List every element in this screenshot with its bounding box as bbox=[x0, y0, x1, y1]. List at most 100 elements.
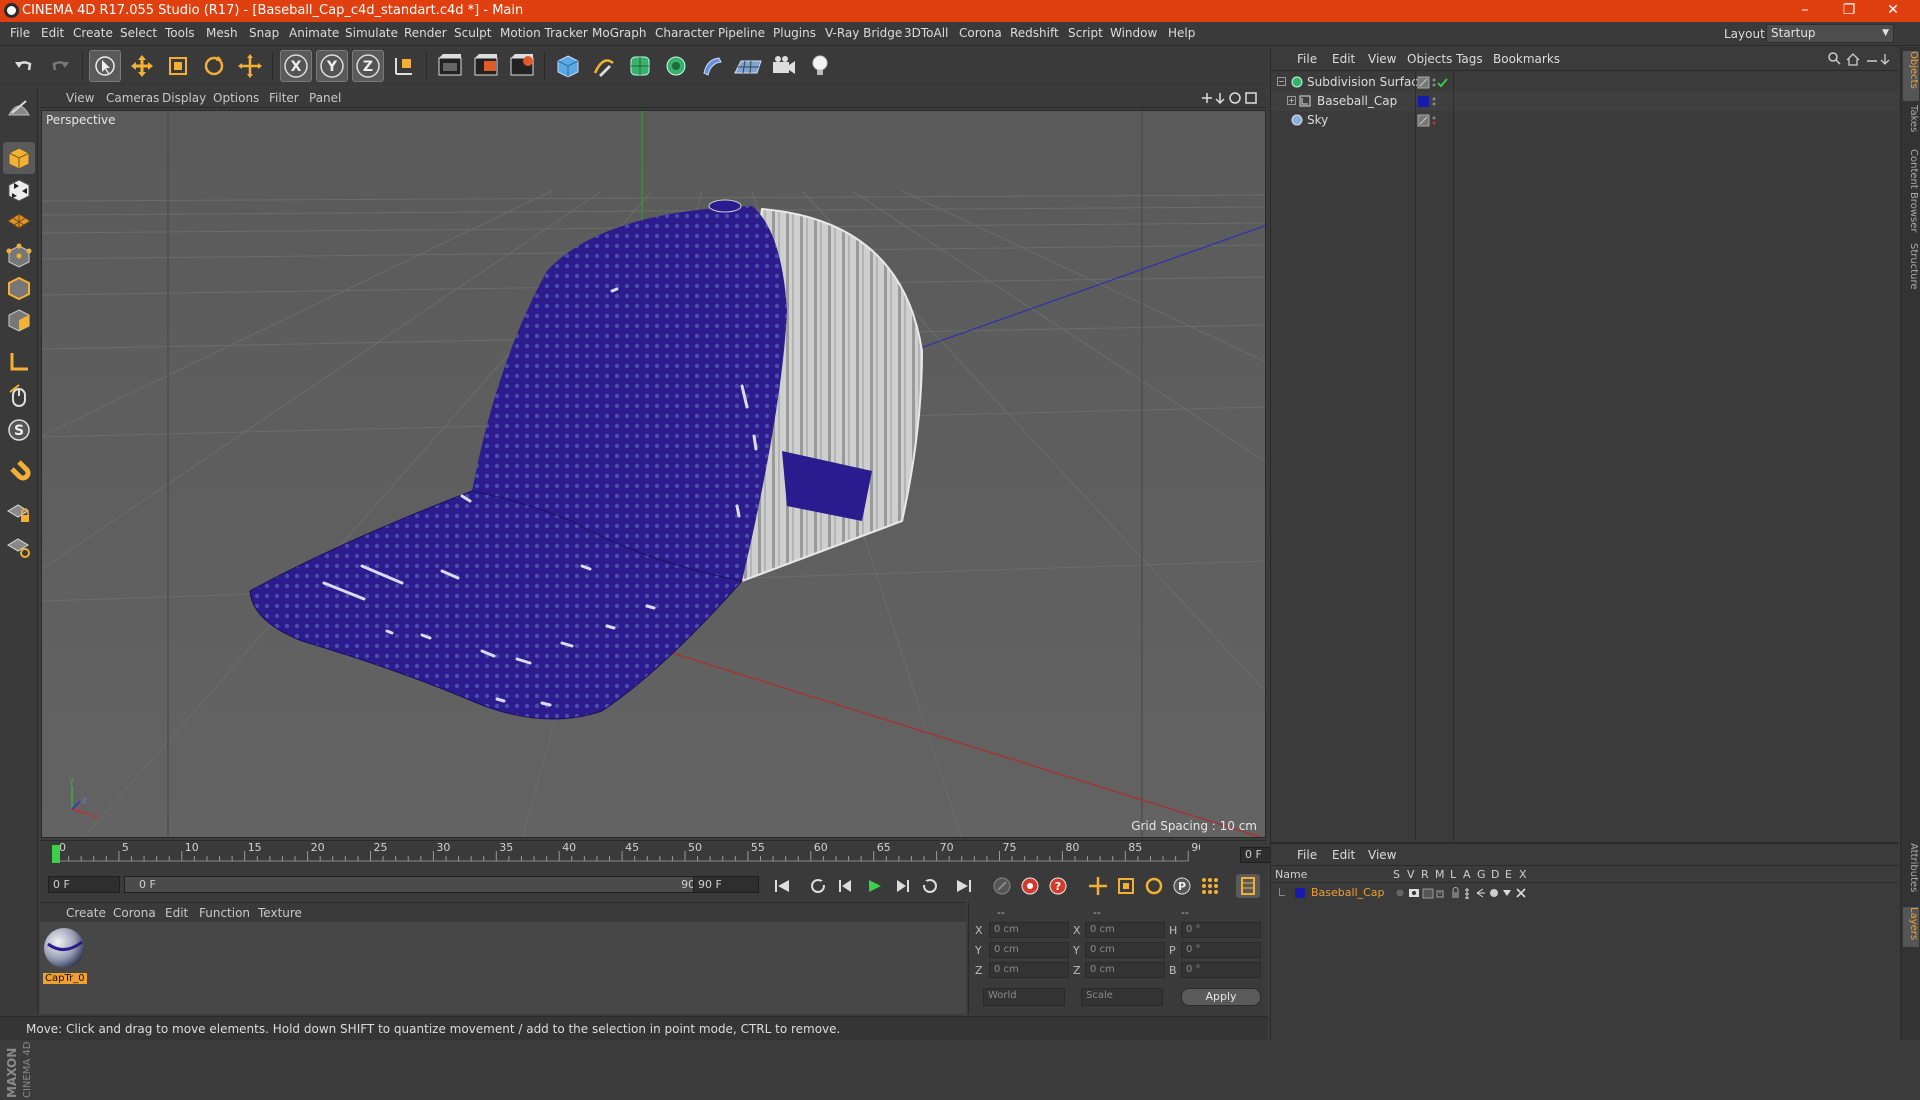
rotation-b-field[interactable]: 0 ° bbox=[1181, 962, 1261, 978]
x-axis-lock-button[interactable]: X bbox=[280, 50, 312, 82]
axis-mode-button[interactable] bbox=[3, 346, 35, 378]
z-axis-lock-button[interactable]: Z bbox=[352, 50, 384, 82]
object-row-baseball-cap[interactable]: + Baseball_Cap bbox=[1271, 92, 1899, 111]
object-flags[interactable] bbox=[1417, 76, 1451, 89]
layer-col-xref[interactable]: X bbox=[1519, 868, 1527, 881]
previous-key-button[interactable] bbox=[806, 874, 830, 898]
coordinate-mode-dropdown[interactable]: World bbox=[983, 988, 1065, 1006]
obj-menu-view[interactable]: View bbox=[1368, 52, 1396, 66]
render-region-button[interactable] bbox=[470, 50, 502, 82]
size-z-field[interactable]: 0 cm bbox=[1085, 962, 1165, 978]
live-selection-tool[interactable] bbox=[89, 50, 121, 82]
expand-toggle-icon[interactable]: + bbox=[1287, 96, 1296, 105]
go-to-end-button[interactable] bbox=[952, 874, 976, 898]
layer-flag-icons[interactable] bbox=[1395, 887, 1535, 900]
menu-help[interactable]: Help bbox=[1168, 26, 1195, 40]
go-to-start-button[interactable] bbox=[770, 874, 794, 898]
frame-range-slider[interactable]: 0 F 90 F bbox=[124, 876, 720, 893]
side-tab-attributes[interactable]: Attributes bbox=[1903, 843, 1919, 903]
move-tool[interactable] bbox=[126, 50, 158, 82]
menu-edit[interactable]: Edit bbox=[41, 26, 64, 40]
layer-col-name[interactable]: Name bbox=[1275, 868, 1307, 881]
layer-col-expressions[interactable]: E bbox=[1505, 868, 1512, 881]
minimize-button[interactable]: – bbox=[1783, 0, 1827, 22]
transform-tool[interactable] bbox=[234, 50, 266, 82]
viewport-menu-display[interactable]: Display bbox=[162, 91, 206, 105]
end-frame-field[interactable]: 90 F bbox=[693, 876, 759, 893]
layer-col-solo[interactable]: S bbox=[1393, 868, 1400, 881]
obj-menu-file[interactable]: File bbox=[1297, 52, 1317, 66]
size-mode-dropdown[interactable]: Scale bbox=[1081, 988, 1163, 1006]
key-scale-button[interactable] bbox=[1114, 874, 1138, 898]
layer-col-deformers[interactable]: D bbox=[1491, 868, 1499, 881]
menu-mograph[interactable]: MoGraph bbox=[592, 26, 647, 40]
viewport-menu-filter[interactable]: Filter bbox=[269, 91, 299, 105]
obj-menu-tags[interactable]: Tags bbox=[1456, 52, 1483, 66]
layer-color-swatch[interactable] bbox=[1295, 888, 1305, 898]
layer-col-generators[interactable]: G bbox=[1477, 868, 1486, 881]
render-view-button[interactable] bbox=[434, 50, 466, 82]
menu-sculpt[interactable]: Sculpt bbox=[454, 26, 491, 40]
viewport-menu-cameras[interactable]: Cameras bbox=[106, 91, 159, 105]
timeline-ruler[interactable]: 051015202530354045505560657075808590 0 F bbox=[40, 840, 1304, 868]
coordinate-system-button[interactable] bbox=[388, 50, 420, 82]
menu-script[interactable]: Script bbox=[1068, 26, 1103, 40]
position-z-field[interactable]: 0 cm bbox=[989, 962, 1069, 978]
layout-dropdown[interactable]: Startup ▼ bbox=[1766, 24, 1894, 43]
lock-workplane-button[interactable] bbox=[3, 496, 35, 528]
subdivision-surface-button[interactable] bbox=[624, 50, 656, 82]
menu-redshift[interactable]: Redshift bbox=[1010, 26, 1059, 40]
layer-col-locked[interactable]: L bbox=[1450, 868, 1456, 881]
make-editable-button[interactable] bbox=[3, 92, 35, 124]
viewport-menu-options[interactable]: Options bbox=[213, 91, 259, 105]
viewport-navigation-icons[interactable] bbox=[1200, 91, 1264, 105]
object-flags[interactable] bbox=[1417, 114, 1451, 127]
viewport-menu-view[interactable]: View bbox=[66, 91, 94, 105]
model-mode-button[interactable] bbox=[3, 142, 35, 174]
menu-create[interactable]: Create bbox=[73, 26, 113, 40]
material-menu-function[interactable]: Function bbox=[199, 906, 250, 920]
object-row-sky[interactable]: Sky bbox=[1271, 111, 1899, 130]
material-menu-create[interactable]: Create bbox=[66, 906, 106, 920]
render-to-picture-viewer-button[interactable] bbox=[506, 50, 538, 82]
key-pla-button[interactable] bbox=[1198, 874, 1222, 898]
next-frame-button[interactable] bbox=[890, 874, 914, 898]
size-x-field[interactable]: 0 cm bbox=[1085, 922, 1165, 938]
material-menu-texture[interactable]: Texture bbox=[258, 906, 302, 920]
menu-motion-tracker[interactable]: Motion Tracker bbox=[500, 26, 588, 40]
menu-corona[interactable]: Corona bbox=[959, 26, 1002, 40]
y-axis-lock-button[interactable]: Y bbox=[316, 50, 348, 82]
rotation-p-field[interactable]: 0 ° bbox=[1181, 942, 1261, 958]
key-parameter-button[interactable]: P bbox=[1170, 874, 1194, 898]
side-tab-takes[interactable]: Takes bbox=[1903, 105, 1919, 145]
cube-primitive-button[interactable] bbox=[552, 50, 584, 82]
planar-workplane-button[interactable] bbox=[3, 530, 35, 562]
menu-pipeline[interactable]: Pipeline bbox=[718, 26, 765, 40]
start-frame-field[interactable]: 0 F bbox=[48, 876, 120, 893]
menu-vray-bridge[interactable]: V-Ray Bridge bbox=[825, 26, 902, 40]
play-button[interactable] bbox=[862, 874, 886, 898]
camera-object-button[interactable] bbox=[768, 50, 800, 82]
snapping-button[interactable]: S bbox=[3, 414, 35, 446]
object-tags-divider[interactable] bbox=[1453, 71, 1454, 842]
previous-frame-button[interactable] bbox=[834, 874, 858, 898]
scale-tool[interactable] bbox=[162, 50, 194, 82]
floor-object-button[interactable] bbox=[732, 50, 764, 82]
menu-character[interactable]: Character bbox=[655, 26, 714, 40]
object-manager-tool-icons[interactable] bbox=[1827, 51, 1895, 67]
menu-file[interactable]: File bbox=[10, 26, 30, 40]
menu-simulate[interactable]: Simulate bbox=[345, 26, 398, 40]
layer-col-render[interactable]: R bbox=[1421, 868, 1429, 881]
obj-menu-bookmarks[interactable]: Bookmarks bbox=[1493, 52, 1560, 66]
key-position-button[interactable] bbox=[1086, 874, 1110, 898]
object-row-subdivision-surface[interactable]: − Subdivision Surface bbox=[1271, 73, 1899, 92]
restore-button[interactable]: ❐ bbox=[1827, 0, 1871, 22]
keyframe-selection-button[interactable]: ? bbox=[1046, 874, 1070, 898]
object-column-divider[interactable] bbox=[1415, 71, 1416, 842]
menu-plugins[interactable]: Plugins bbox=[773, 26, 816, 40]
rotate-tool[interactable] bbox=[198, 50, 230, 82]
polygons-mode-button[interactable] bbox=[3, 304, 35, 336]
perspective-viewport[interactable]: y x z Perspective Grid Spacing : 10 cm bbox=[41, 110, 1266, 838]
rotation-h-field[interactable]: 0 ° bbox=[1181, 922, 1261, 938]
menu-tools[interactable]: Tools bbox=[165, 26, 195, 40]
